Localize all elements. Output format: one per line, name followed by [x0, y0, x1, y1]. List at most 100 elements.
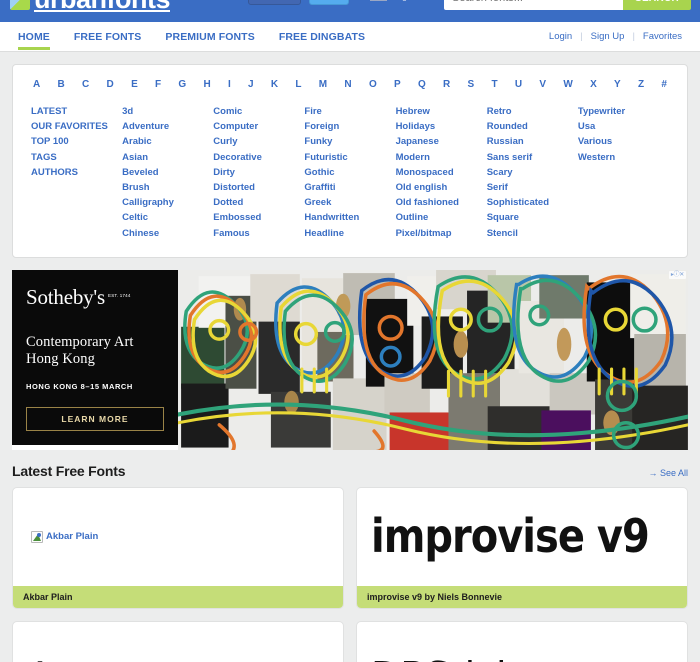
category-link-pixel-bitmap[interactable]: Pixel/bitmap: [396, 226, 487, 241]
advertisement-banner[interactable]: Sotheby's EST. 1744 Contemporary Art Hon…: [12, 269, 688, 450]
language-selector[interactable]: English: [370, 0, 421, 1]
alphabet-link-z[interactable]: Z: [638, 79, 644, 90]
alphabet-link-hash[interactable]: #: [661, 79, 667, 90]
nav-item-free-fonts[interactable]: FREE FONTS: [62, 22, 154, 52]
alphabet-link-s[interactable]: S: [468, 79, 475, 90]
category-link-chinese[interactable]: Chinese: [122, 226, 213, 241]
alphabet-link-a[interactable]: A: [33, 79, 40, 90]
category-link-serif[interactable]: Serif: [487, 180, 578, 195]
category-link-our-favorites[interactable]: OUR FAVORITES: [31, 119, 122, 134]
category-link-outline[interactable]: Outline: [396, 210, 487, 225]
font-card[interactable]: improvise v9 improvise v9 by Niels Bonne…: [356, 486, 688, 609]
alphabet-link-e[interactable]: E: [131, 79, 138, 90]
category-link-asian[interactable]: Asian: [122, 150, 213, 165]
alphabet-link-l[interactable]: L: [295, 79, 301, 90]
category-link-foreign[interactable]: Foreign: [304, 119, 395, 134]
category-link-arabic[interactable]: Arabic: [122, 134, 213, 149]
category-link-sophisticated[interactable]: Sophisticated: [487, 195, 578, 210]
font-card[interactable]: Aeronauta: [12, 620, 344, 662]
alphabet-link-h[interactable]: H: [203, 79, 210, 90]
category-link-famous[interactable]: Famous: [213, 226, 304, 241]
alphabet-link-d[interactable]: D: [107, 79, 114, 90]
category-link-adventure[interactable]: Adventure: [122, 119, 213, 134]
category-link-celtic[interactable]: Celtic: [122, 210, 213, 225]
category-link-brush[interactable]: Brush: [122, 180, 213, 195]
category-link-japanese[interactable]: Japanese: [396, 134, 487, 149]
category-link-decorative[interactable]: Decorative: [213, 150, 304, 165]
alphabet-link-o[interactable]: O: [369, 79, 377, 90]
category-link-fire[interactable]: Fire: [304, 104, 395, 119]
alphabet-link-g[interactable]: G: [178, 79, 186, 90]
facebook-like-button[interactable]: f Like 65K: [248, 0, 301, 5]
ad-learn-more-button[interactable]: LEARN MORE: [26, 406, 164, 431]
ad-artwork[interactable]: ▸ⓘ✕: [178, 269, 688, 450]
category-link-embossed[interactable]: Embossed: [213, 210, 304, 225]
font-card[interactable]: Akbar Plain Akbar Plain: [12, 486, 344, 609]
category-link-holidays[interactable]: Holidays: [396, 119, 487, 134]
alphabet-link-v[interactable]: V: [539, 79, 546, 90]
nav-item-premium-fonts[interactable]: PREMIUM FONTS: [153, 22, 266, 52]
category-link-dirty[interactable]: Dirty: [213, 165, 304, 180]
alphabet-link-n[interactable]: N: [344, 79, 351, 90]
alphabet-link-u[interactable]: U: [515, 79, 522, 90]
search-button[interactable]: SEARCH: [622, 0, 691, 10]
category-link-retro[interactable]: Retro: [487, 104, 578, 119]
category-link-russian[interactable]: Russian: [487, 134, 578, 149]
alphabet-link-p[interactable]: P: [394, 79, 401, 90]
category-link-typewriter[interactable]: Typewriter: [578, 104, 669, 119]
alphabet-link-i[interactable]: I: [228, 79, 231, 90]
alphabet-link-f[interactable]: F: [155, 79, 161, 90]
login-link[interactable]: Login: [541, 31, 580, 42]
category-link-top-100[interactable]: TOP 100: [31, 134, 122, 149]
category-link-latest[interactable]: LATEST: [31, 104, 122, 119]
alphabet-link-j[interactable]: J: [248, 79, 254, 90]
category-link-monospaced[interactable]: Monospaced: [396, 165, 487, 180]
category-link-handwritten[interactable]: Handwritten: [304, 210, 395, 225]
signup-link[interactable]: Sign Up: [583, 31, 633, 42]
category-link-usa[interactable]: Usa: [578, 119, 669, 134]
alphabet-link-r[interactable]: R: [443, 79, 450, 90]
category-link-graffiti[interactable]: Graffiti: [304, 180, 395, 195]
category-link-western[interactable]: Western: [578, 150, 669, 165]
category-link-computer[interactable]: Computer: [213, 119, 304, 134]
nav-item-free-dingbats[interactable]: FREE DINGBATS: [267, 22, 377, 52]
category-link-scary[interactable]: Scary: [487, 165, 578, 180]
category-link-headline[interactable]: Headline: [304, 226, 395, 241]
category-link-3d[interactable]: 3d: [122, 104, 213, 119]
category-link-dotted[interactable]: Dotted: [213, 195, 304, 210]
search-input[interactable]: [444, 0, 623, 10]
category-link-calligraphy[interactable]: Calligraphy: [122, 195, 213, 210]
category-link-sans-serif[interactable]: Sans serif: [487, 150, 578, 165]
alphabet-link-y[interactable]: Y: [614, 79, 621, 90]
category-link-comic[interactable]: Comic: [213, 104, 304, 119]
category-link-hebrew[interactable]: Hebrew: [396, 104, 487, 119]
category-link-various[interactable]: Various: [578, 134, 669, 149]
see-all-link[interactable]: → See All: [648, 468, 688, 478]
alphabet-link-t[interactable]: T: [491, 79, 497, 90]
alphabet-link-c[interactable]: C: [82, 79, 89, 90]
category-link-futuristic[interactable]: Futuristic: [304, 150, 395, 165]
site-logo[interactable]: urbanfonts: [10, 0, 171, 15]
category-link-curly[interactable]: Curly: [213, 134, 304, 149]
alphabet-link-w[interactable]: W: [563, 79, 572, 90]
nav-item-home[interactable]: HOME: [10, 22, 62, 52]
category-link-old-fashioned[interactable]: Old fashioned: [396, 195, 487, 210]
twitter-share-button[interactable]: ✈ 43K: [308, 0, 349, 5]
alphabet-link-q[interactable]: Q: [418, 79, 426, 90]
alphabet-link-x[interactable]: X: [590, 79, 597, 90]
category-link-distorted[interactable]: Distorted: [213, 180, 304, 195]
category-link-authors[interactable]: AUTHORS: [31, 165, 122, 180]
favorites-link[interactable]: Favorites: [635, 31, 690, 42]
category-link-greek[interactable]: Greek: [304, 195, 395, 210]
font-card[interactable]: DBStick: [356, 620, 688, 662]
category-link-funky[interactable]: Funky: [304, 134, 395, 149]
category-link-beveled[interactable]: Beveled: [122, 165, 213, 180]
category-link-stencil[interactable]: Stencil: [487, 226, 578, 241]
alphabet-link-k[interactable]: K: [271, 79, 278, 90]
category-link-gothic[interactable]: Gothic: [304, 165, 395, 180]
alphabet-link-m[interactable]: M: [319, 79, 327, 90]
category-link-square[interactable]: Square: [487, 210, 578, 225]
category-link-rounded[interactable]: Rounded: [487, 119, 578, 134]
category-link-modern[interactable]: Modern: [396, 150, 487, 165]
adchoices-icon[interactable]: ▸ⓘ✕: [668, 270, 686, 279]
